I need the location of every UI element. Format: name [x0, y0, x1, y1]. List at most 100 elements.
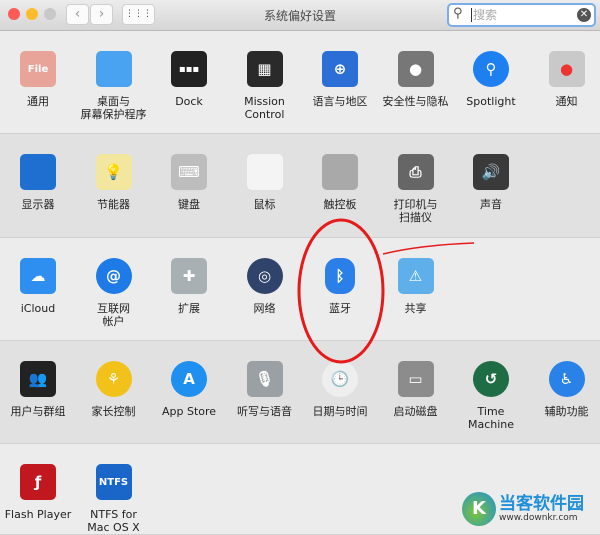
pane-label: Dock — [175, 95, 203, 108]
pane-label: 共享 — [404, 302, 427, 315]
pane-label: 声音 — [480, 198, 502, 211]
internet-accounts-icon: @ — [95, 258, 132, 294]
pane-extensions[interactable]: ✚ 扩展 — [151, 258, 227, 315]
pane-keyboard[interactable]: ⌨ 键盘 — [151, 154, 227, 211]
pane-spotlight[interactable]: ⚲ Spotlight — [453, 51, 529, 108]
pane-label: 打印机与 扫描仪 — [393, 198, 438, 224]
pane-label: 网络 — [253, 302, 276, 315]
pane-label: 显示器 — [21, 198, 55, 211]
clock-icon: 🕒 — [322, 361, 358, 397]
pane-label: 启动磁盘 — [393, 405, 438, 418]
app-store-icon: A — [171, 361, 207, 397]
pane-label: 家长控制 — [91, 405, 136, 418]
pane-bluetooth[interactable]: ᛒ 蓝牙 — [302, 258, 378, 315]
pane-label: 语言与地区 — [312, 95, 368, 108]
ntfs-icon: NTFS — [95, 464, 132, 500]
bluetooth-icon: ᛒ — [325, 258, 355, 294]
pane-display[interactable]: 显示器 — [0, 154, 76, 211]
pane-label: Spotlight — [466, 95, 516, 108]
pane-house-lock[interactable]: ● 安全性与隐私 — [378, 51, 454, 108]
disk-icon: ▭ — [397, 361, 434, 397]
pane-lightbulb[interactable]: 💡 节能器 — [76, 154, 152, 211]
pane-general[interactable]: File 通用 — [0, 51, 76, 108]
display-icon — [20, 154, 56, 190]
sharing-icon: ⚠ — [397, 258, 434, 294]
pane-mouse[interactable]: 鼠标 — [227, 154, 303, 211]
users-icon: 👥 — [20, 361, 56, 397]
search-placeholder: 搜索 — [471, 8, 498, 22]
pane-app-store[interactable]: A App Store — [151, 361, 227, 418]
extensions-icon: ✚ — [171, 258, 207, 294]
pane-desktop[interactable]: 桌面与 屏幕保护程序 — [76, 51, 152, 121]
pane-label: Flash Player — [4, 508, 72, 521]
watermark: K 当客软件园 www.downkr.com — [462, 492, 584, 526]
pane-row: 显示器 💡 节能器 ⌨ 键盘 鼠标 触控板 ⎙ 打印机与 扫描仪 🔊 声音 — [0, 134, 600, 238]
pane-label: 互联网 帐户 — [97, 302, 130, 328]
pane-flag[interactable]: ⊕ 语言与地区 — [302, 51, 378, 108]
network-icon: ◎ — [246, 258, 283, 294]
pane-row: ☁ iCloud @ 互联网 帐户 ✚ 扩展 ◎ 网络 ᛒ 蓝牙 ⚠ 共享 — [0, 238, 600, 341]
dock-icon: ▪▪▪ — [171, 51, 207, 87]
time-machine-icon: ↺ — [473, 361, 509, 397]
pane-ntfs[interactable]: NTFS NTFS for Mac OS X — [76, 464, 152, 534]
pane-flash[interactable]: ƒ Flash Player — [0, 464, 76, 521]
watermark-logo: K — [462, 492, 496, 526]
pane-label: 辅助功能 — [544, 405, 589, 418]
pane-network[interactable]: ◎ 网络 — [227, 258, 303, 315]
pane-printer[interactable]: ⎙ 打印机与 扫描仪 — [378, 154, 454, 224]
pane-label: 桌面与 屏幕保护程序 — [80, 95, 147, 121]
pane-accessibility[interactable]: ♿ 辅助功能 — [529, 361, 600, 418]
pane-label: App Store — [161, 405, 217, 418]
lightbulb-icon: 💡 — [95, 154, 132, 190]
pane-label: 键盘 — [178, 198, 200, 211]
general-icon: File — [20, 51, 56, 87]
pane-notifications[interactable]: ● 通知 — [529, 51, 600, 108]
trackpad-icon — [322, 154, 358, 190]
mouse-icon — [246, 154, 283, 190]
pane-row: 👥 用户与群组 ⚘ 家长控制 A App Store 🎙 听写与语音 🕒 日期与时间 ▭ 启动磁盘 ↺ T… — [0, 341, 600, 444]
spotlight-icon: ⚲ — [473, 51, 509, 87]
pane-sharing[interactable]: ⚠ 共享 — [378, 258, 454, 315]
pane-speaker[interactable]: 🔊 声音 — [453, 154, 529, 211]
pane-parental-controls[interactable]: ⚘ 家长控制 — [76, 361, 152, 418]
notifications-icon: ● — [548, 51, 585, 87]
pane-users[interactable]: 👥 用户与群组 — [0, 361, 76, 418]
pane-trackpad[interactable]: 触控板 — [302, 154, 378, 211]
pane-label: iCloud — [20, 302, 56, 315]
pane-label: 节能器 — [97, 198, 130, 211]
pane-label: 听写与语音 — [237, 405, 292, 418]
microphone-icon: 🎙 — [246, 361, 283, 397]
pane-clock[interactable]: 🕒 日期与时间 — [302, 361, 378, 418]
printer-icon: ⎙ — [397, 154, 434, 190]
search-input[interactable]: ⚲ 搜索 ✕ — [447, 3, 596, 27]
pane-label: 通知 — [555, 95, 578, 108]
pane-time-machine[interactable]: ↺ Time Machine — [453, 361, 529, 431]
pane-label: 扩展 — [178, 302, 200, 315]
pane-microphone[interactable]: 🎙 听写与语音 — [227, 361, 303, 418]
flag-icon: ⊕ — [322, 51, 358, 87]
title-bar: ‹ › ⋮⋮⋮ 系统偏好设置 ⚲ 搜索 ✕ — [0, 0, 600, 31]
keyboard-icon: ⌨ — [171, 154, 207, 190]
pane-dock[interactable]: ▪▪▪ Dock — [151, 51, 227, 108]
pane-mission-control[interactable]: ▦ Mission Control — [227, 51, 303, 121]
flash-icon: ƒ — [20, 464, 56, 500]
pane-label: 通用 — [27, 95, 49, 108]
pane-internet-accounts[interactable]: @ 互联网 帐户 — [76, 258, 152, 328]
watermark-url: www.downkr.com — [499, 513, 578, 523]
pane-label: Time Machine — [467, 405, 515, 431]
pane-label: 日期与时间 — [312, 405, 368, 418]
search-icon: ⚲ — [453, 6, 463, 21]
pane-label: 鼠标 — [253, 198, 276, 211]
pane-row: File 通用 桌面与 屏幕保护程序 ▪▪▪ Dock ▦ Mission Control ⊕… — [0, 31, 600, 134]
pane-icloud[interactable]: ☁ iCloud — [0, 258, 76, 315]
house-lock-icon: ● — [397, 51, 434, 87]
watermark-name: 当客软件园 — [499, 494, 584, 514]
parental-controls-icon: ⚘ — [95, 361, 132, 397]
pane-label: 蓝牙 — [329, 302, 351, 315]
pane-label: NTFS for Mac OS X — [87, 508, 140, 534]
pane-disk[interactable]: ▭ 启动磁盘 — [378, 361, 454, 418]
speaker-icon: 🔊 — [473, 154, 509, 190]
accessibility-icon: ♿ — [548, 361, 585, 397]
pane-label: 触控板 — [323, 198, 357, 211]
clear-search-icon[interactable]: ✕ — [577, 8, 591, 22]
